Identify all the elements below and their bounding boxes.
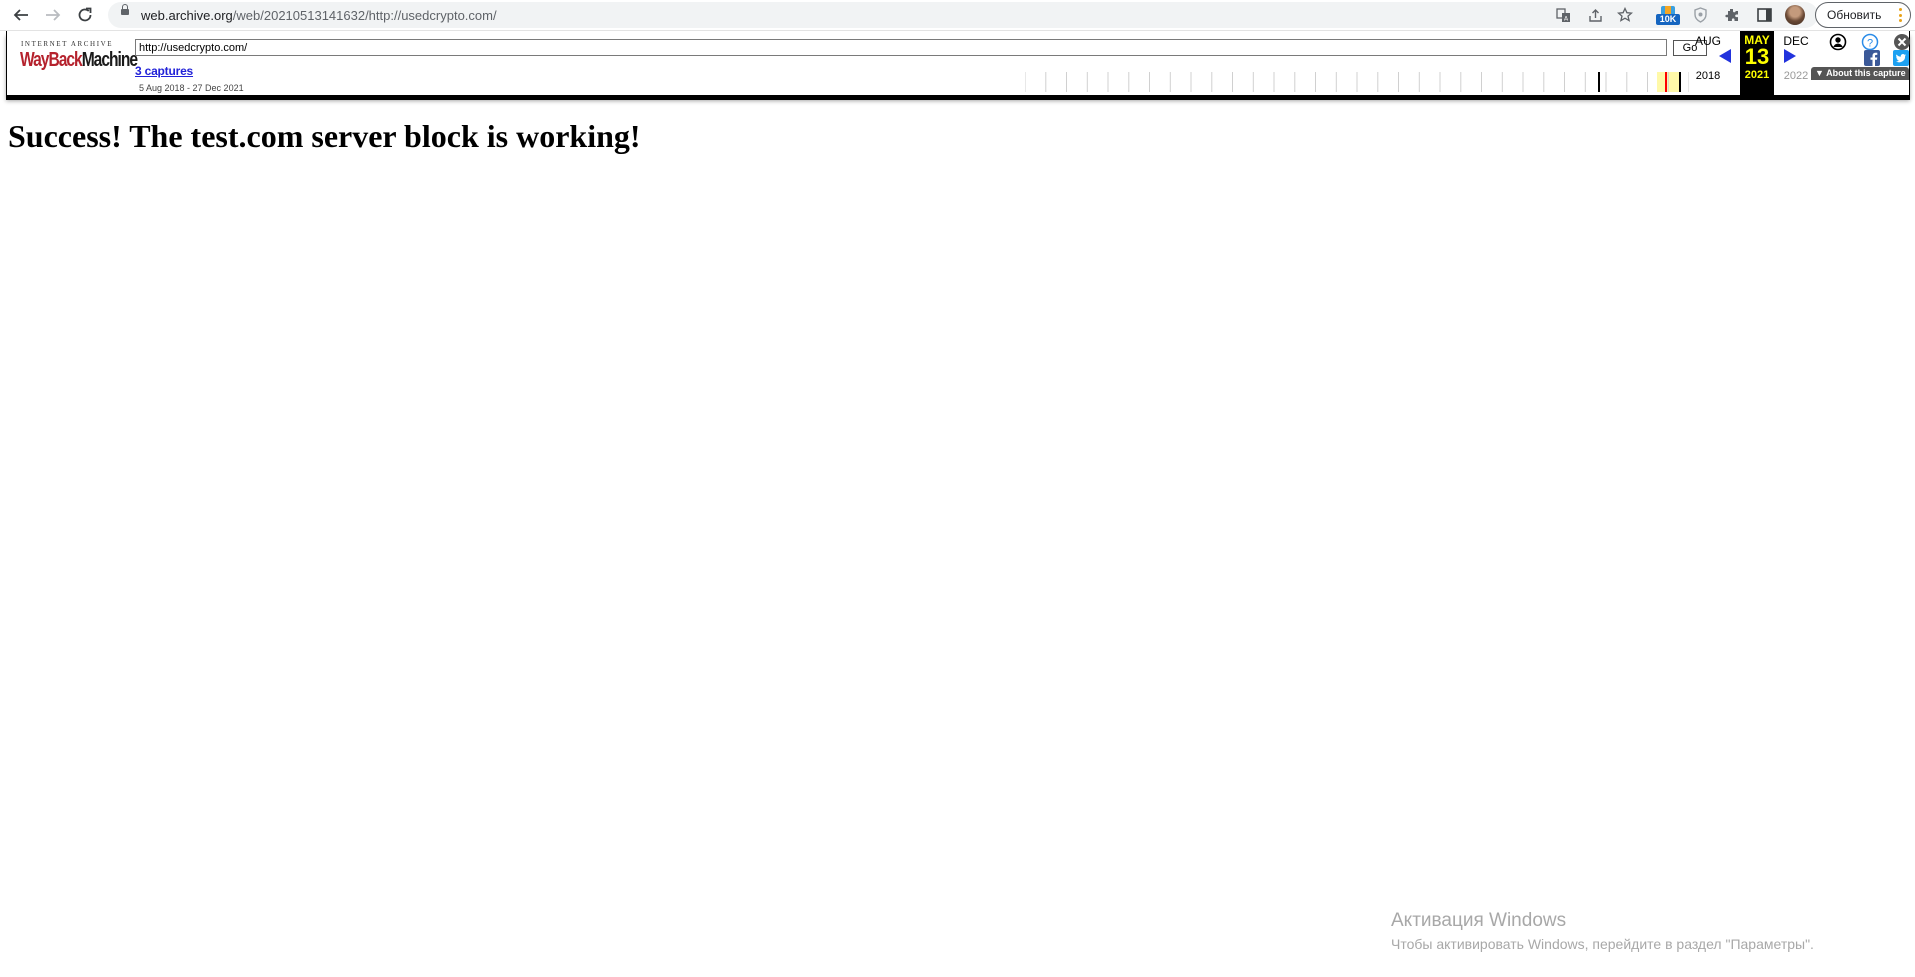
translate-icon[interactable]: A bbox=[1554, 6, 1572, 24]
extension-10k-icon[interactable]: 10K bbox=[1656, 6, 1680, 26]
prev-capture-year[interactable]: 2018 bbox=[1691, 70, 1725, 82]
arrow-left-icon bbox=[13, 9, 28, 21]
user-account-icon[interactable] bbox=[1829, 33, 1847, 51]
twitter-share-icon[interactable] bbox=[1893, 50, 1909, 66]
capture-mark bbox=[1598, 72, 1600, 92]
caret-down-icon: ▼ bbox=[1815, 68, 1824, 78]
capture-mark-current bbox=[1665, 72, 1667, 92]
windows-activation-watermark: Активация Windows Чтобы активировать Win… bbox=[1391, 910, 1814, 952]
wayback-url-input[interactable] bbox=[135, 39, 1667, 56]
activation-subtitle: Чтобы активировать Windows, перейдите в … bbox=[1391, 936, 1814, 952]
next-capture-year[interactable]: 2022 bbox=[1779, 70, 1813, 82]
prev-capture-arrow-icon[interactable] bbox=[1717, 48, 1733, 64]
help-icon[interactable]: ? bbox=[1861, 33, 1879, 51]
bookmark-star-icon[interactable] bbox=[1616, 6, 1634, 24]
reload-icon bbox=[78, 7, 92, 22]
capture-sparkline[interactable] bbox=[1025, 69, 1689, 92]
page-heading: Success! The test.com server block is wo… bbox=[8, 118, 641, 154]
svg-text:?: ? bbox=[1867, 37, 1873, 49]
current-capture-date: MAY 13 2021 bbox=[1740, 31, 1774, 96]
close-toolbar-icon[interactable] bbox=[1893, 33, 1911, 51]
about-capture-button[interactable]: ▼ About this capture bbox=[1811, 67, 1909, 80]
sparkline-grid bbox=[1025, 72, 1689, 92]
next-capture-month[interactable]: DEC bbox=[1779, 34, 1813, 48]
side-panel-icon[interactable] bbox=[1753, 4, 1775, 26]
activation-title: Активация Windows bbox=[1391, 910, 1567, 931]
browser-toolbar: web.archive.org/web/20210513141632/http:… bbox=[0, 0, 1915, 31]
arrow-right-icon bbox=[46, 9, 61, 21]
back-button[interactable] bbox=[9, 3, 33, 27]
sparkline-highlight-year bbox=[1657, 72, 1681, 92]
wayback-logo[interactable]: INTERNET ARCHIVE WayBackMachine bbox=[19, 39, 138, 79]
next-capture-arrow-icon[interactable] bbox=[1782, 48, 1798, 64]
address-bar[interactable]: web.archive.org/web/20210513141632/http:… bbox=[108, 2, 1818, 28]
captures-link[interactable]: 3 captures bbox=[135, 64, 193, 78]
puzzle-extensions-icon[interactable] bbox=[1721, 4, 1743, 26]
share-icon[interactable] bbox=[1586, 6, 1604, 24]
prev-capture-month[interactable]: AUG bbox=[1691, 34, 1725, 48]
update-browser-button[interactable]: Обновить bbox=[1815, 2, 1911, 28]
address-url: web.archive.org/web/20210513141632/http:… bbox=[141, 8, 497, 23]
wayback-toolbar: INTERNET ARCHIVE WayBackMachine Go 3 cap… bbox=[6, 31, 1910, 96]
shield-extension-icon[interactable] bbox=[1689, 4, 1711, 26]
lock-icon bbox=[121, 4, 129, 15]
menu-dots-icon bbox=[1899, 8, 1902, 22]
facebook-share-icon[interactable] bbox=[1864, 50, 1880, 66]
profile-avatar[interactable] bbox=[1785, 5, 1805, 25]
captures-date-range: 5 Aug 2018 - 27 Dec 2021 bbox=[139, 83, 244, 93]
forward-button[interactable] bbox=[41, 3, 65, 27]
capture-mark bbox=[1679, 72, 1681, 92]
reload-button[interactable] bbox=[73, 3, 97, 27]
